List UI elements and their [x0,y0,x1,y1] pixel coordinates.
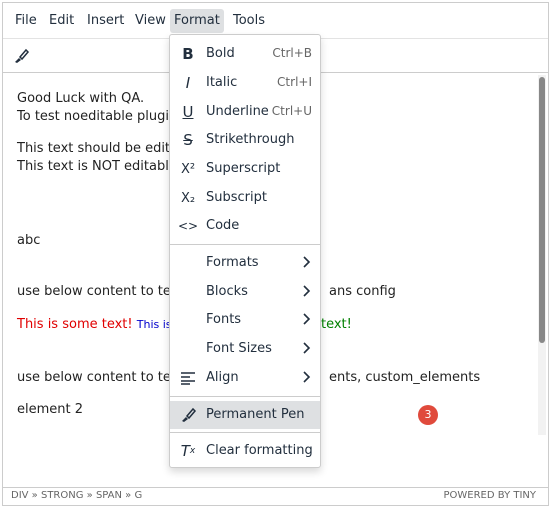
clear-formatting-icon: Tx [180,442,196,460]
powered-by-link[interactable]: POWERED BY TINY [444,490,537,501]
format-strikethrough[interactable]: S Strikethrough [170,126,320,154]
permanent-pen-icon [15,48,30,63]
format-superscript[interactable]: X² Superscript [170,155,320,183]
content-line-9: element 2 [17,402,84,417]
format-permanent-pen-label: Permanent Pen [206,407,305,422]
format-italic-label: Italic [206,75,238,90]
chevron-right-icon [303,285,311,297]
content-line-7: This is some text! This is [17,317,172,332]
vertical-scrollbar[interactable] [538,75,546,435]
format-formats-label: Formats [206,255,259,270]
menu-separator [170,396,320,397]
chevron-right-icon [303,371,311,383]
format-underline[interactable]: U Underline Ctrl+U [170,98,320,126]
content-line-2: To test noeditable plugi [17,109,169,124]
format-menu: B Bold Ctrl+B I Italic Ctrl+I U Underlin… [169,34,321,468]
format-bold[interactable]: B Bold Ctrl+B [170,40,320,68]
format-formats[interactable]: Formats [170,249,320,277]
format-align[interactable]: Align [170,364,320,392]
italic-icon: I [185,74,191,92]
strikethrough-icon: S [183,131,193,149]
element-path[interactable]: DIV » STRONG » SPAN » G [11,490,142,501]
format-code-label: Code [206,218,240,233]
content-line-1: Good Luck with QA. [17,91,145,106]
content-line-4: This text is NOT editabl [17,159,169,174]
menu-format[interactable]: Format [170,9,224,33]
menu-separator [170,244,320,245]
format-code[interactable]: <> Code [170,212,320,240]
statusbar: DIV » STRONG » SPAN » G POWERED BY TINY [3,487,548,505]
chevron-right-icon [303,313,311,325]
menu-separator [170,432,320,433]
menu-tools[interactable]: Tools [229,11,269,31]
content-line-3: This text should be edita [17,141,178,156]
format-fonts[interactable]: Fonts [170,306,320,334]
format-fonts-label: Fonts [206,312,242,327]
content-line-8b: ents, custom_elements [329,370,481,385]
chevron-right-icon [303,342,311,354]
scrollbar-thumb[interactable] [539,77,545,343]
format-clear-formatting[interactable]: Tx Clear formatting [170,437,320,465]
content-line-6a: use below content to tes [17,284,178,299]
format-subscript[interactable]: X₂ Subscript [170,184,320,212]
subscript-icon: X₂ [180,190,196,206]
blue-text: This is [136,318,172,331]
notification-badge: 3 [418,405,438,425]
format-italic-shortcut: Ctrl+I [277,75,312,89]
format-blocks[interactable]: Blocks [170,278,320,306]
code-icon: <> [177,219,199,233]
format-bold-label: Bold [206,46,235,61]
format-strikethrough-label: Strikethrough [206,132,295,147]
chevron-right-icon [303,256,311,268]
menu-file[interactable]: File [11,11,41,31]
format-font-sizes[interactable]: Font Sizes [170,335,320,363]
menu-view[interactable]: View [131,11,170,31]
format-blocks-label: Blocks [206,284,248,299]
format-bold-shortcut: Ctrl+B [272,46,312,60]
superscript-icon: X² [180,161,196,177]
format-underline-shortcut: Ctrl+U [271,104,312,118]
format-font-sizes-label: Font Sizes [206,341,272,356]
format-italic[interactable]: I Italic Ctrl+I [170,69,320,97]
format-underline-label: Underline [206,104,269,119]
format-permanent-pen[interactable]: Permanent Pen [170,401,320,429]
menu-edit[interactable]: Edit [45,11,78,31]
content-line-5: abc [17,233,41,248]
format-superscript-label: Superscript [206,161,281,176]
align-icon [178,368,198,388]
format-clear-formatting-label: Clear formatting [206,443,313,458]
format-subscript-label: Subscript [206,190,267,205]
content-line-6b: ans config [329,284,396,299]
underline-icon: U [182,103,194,121]
content-line-8a: use below content to tes [17,370,178,385]
menu-insert[interactable]: Insert [83,11,128,31]
green-text: text! [321,317,352,332]
permanent-pen-icon [178,405,198,425]
permanent-pen-button[interactable] [9,44,33,68]
format-align-label: Align [206,370,239,385]
red-text: This is some text! [17,317,133,332]
bold-icon: B [182,45,194,63]
